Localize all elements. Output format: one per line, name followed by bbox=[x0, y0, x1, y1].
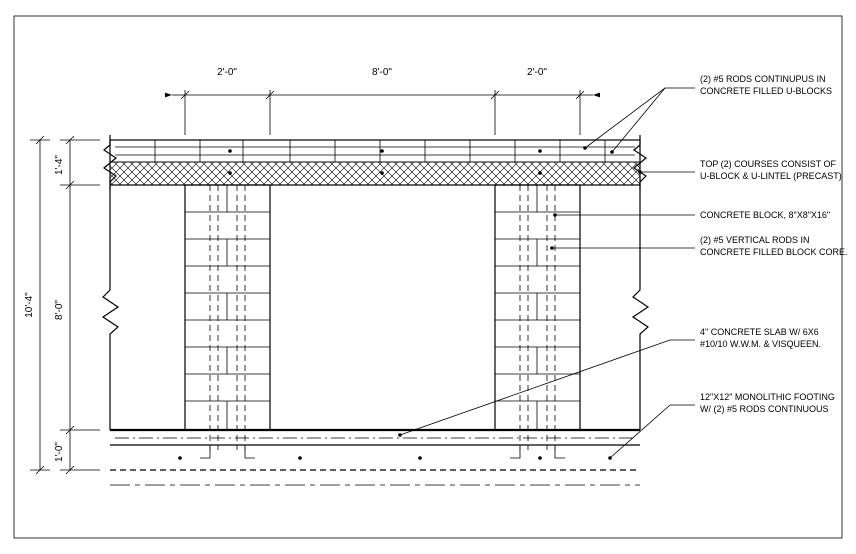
top-beam bbox=[110, 140, 640, 185]
drawing-svg: 2'-0" 8'-0" 2'-0" 1'-4" 8'-0" 1'-0" 10'-… bbox=[0, 0, 856, 554]
note-5: 4" CONCRETE SLAB W/ 6X6 #10/10 W.W.M. & … bbox=[700, 327, 821, 349]
footing-slab bbox=[110, 430, 640, 485]
dim-overall: 10'-4" bbox=[24, 292, 35, 318]
notes: (2) #5 RODS CONTINUPUS IN CONCRETE FILLE… bbox=[398, 74, 847, 460]
note-6: 12"X12" MONOLITHIC FOOTING W/ (2) #5 ROD… bbox=[700, 392, 837, 414]
dim-footing: 1'-0" bbox=[54, 442, 65, 462]
pier-left bbox=[185, 185, 270, 430]
note-1-line1: (2) #5 RODS CONTINUPUS IN CONCRETE FILLE… bbox=[700, 74, 832, 96]
pier-right bbox=[495, 185, 580, 430]
dim-left-pier: 2'-0" bbox=[217, 67, 237, 78]
block-courses bbox=[185, 185, 580, 450]
note-4: (2) #5 VERTICAL RODS IN CONCRETE FILLED … bbox=[700, 235, 848, 257]
dim-wall: 8'-0" bbox=[54, 300, 65, 320]
dim-top-band: 1'-4" bbox=[54, 155, 65, 175]
note-2: TOP (2) COURSES CONSIST OF U-BLOCK & U-L… bbox=[700, 159, 842, 181]
left-dimensions: 1'-4" 8'-0" 1'-0" 10'-4" bbox=[24, 136, 100, 474]
dim-right-pier: 2'-0" bbox=[527, 67, 547, 78]
dim-opening: 8'-0" bbox=[372, 67, 392, 78]
note-3: CONCRETE BLOCK, 8"X8"X16" bbox=[700, 210, 830, 220]
top-dimensions: 2'-0" 8'-0" 2'-0" bbox=[172, 67, 593, 135]
